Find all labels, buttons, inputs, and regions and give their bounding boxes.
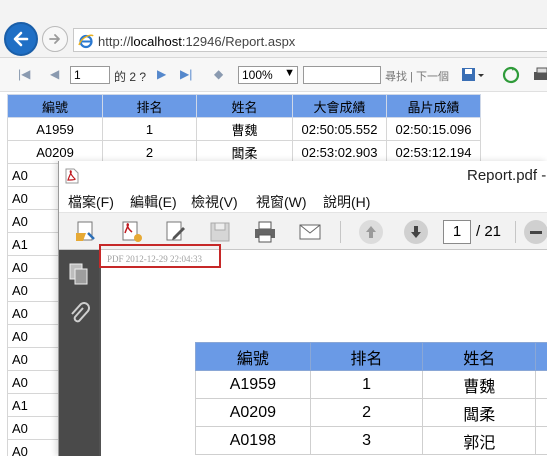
ie-icon	[78, 34, 94, 49]
cell-rank: 1	[102, 117, 197, 141]
pdf-page-input[interactable]: 1	[443, 220, 471, 244]
save-icon[interactable]	[207, 219, 233, 245]
create-pdf-icon[interactable]	[119, 219, 145, 245]
attachment-icon[interactable]	[68, 302, 90, 326]
pdf-reader-window: Report.pdf - 檔案(F) 編輯(E) 檢視(V) 視窗(W) 說明(…	[58, 161, 547, 456]
back-button[interactable]	[4, 22, 38, 56]
cell-extra	[535, 370, 547, 399]
col-header-rank: 排名	[102, 94, 197, 118]
next-page-button[interactable]	[404, 220, 428, 244]
print-icon[interactable]	[533, 66, 547, 84]
cell-id: A0209	[195, 398, 311, 427]
pdf-page: PDF 2012-12-29 22:04:33 編號 排名 姓名 A1959 1 曹…	[99, 244, 547, 456]
cell-name: 闆柔	[422, 398, 537, 427]
cell-name: 曹魏	[422, 370, 537, 399]
menu-window[interactable]: 視窗(W)	[256, 192, 307, 212]
menu-file[interactable]: 檔案(F)	[68, 192, 114, 212]
url-text: http://localhost:12946/Report.aspx	[98, 34, 295, 49]
last-page-icon[interactable]: ▶|	[180, 67, 192, 81]
cell-race-time: 02:50:05.552	[292, 117, 387, 141]
page-number-input[interactable]: 1	[70, 66, 110, 84]
menu-view[interactable]: 檢視(V)	[191, 192, 238, 212]
col-header-rank: 排名	[309, 342, 424, 371]
prev-page-button[interactable]	[359, 220, 383, 244]
table-header-row: 編號 排名 姓名	[195, 342, 547, 371]
col-header-extra	[535, 342, 547, 371]
print-icon[interactable]	[252, 219, 278, 245]
col-header-name: 姓名	[196, 94, 293, 118]
url-host: localhost	[130, 34, 182, 49]
cell-extra	[535, 398, 547, 427]
table-row: A1959 1 曹魏	[195, 370, 547, 399]
col-header-race-time: 大會成績	[292, 94, 387, 118]
zoom-select[interactable]: 100% ▼	[238, 66, 298, 84]
pdf-report-table: 編號 排名 姓名 A1959 1 曹魏 A0209 2 闆柔 A0198 3 郭汜	[195, 342, 547, 455]
cell-rank: 3	[309, 426, 424, 455]
url-prefix: http://	[98, 34, 131, 49]
reader-title: Report.pdf -	[467, 167, 547, 184]
document-area[interactable]: PDF 2012-12-29 22:04:33 編號 排名 姓名 A1959 1 曹…	[99, 244, 547, 456]
pages-icon[interactable]	[68, 262, 90, 286]
table-row: A0209 2 闆柔	[195, 398, 547, 427]
first-page-icon[interactable]: |◀	[18, 67, 30, 81]
toolbar-divider	[340, 221, 341, 243]
highlight-box	[99, 244, 221, 268]
browser-chrome: http://localhost:12946/Report.aspx	[0, 0, 547, 58]
screen: http://localhost:12946/Report.aspx |◀ ◀ …	[0, 0, 547, 456]
col-header-chip-time: 晶片成績	[386, 94, 481, 118]
cell-chip-time: 02:50:15.096	[386, 117, 481, 141]
export-icon[interactable]	[461, 66, 485, 84]
zoom-out-button[interactable]	[524, 220, 547, 244]
table-row: A1959 1 曹魏 02:50:05.552 02:50:15.096	[7, 117, 481, 141]
cell-name: 郭汜	[422, 426, 537, 455]
open-file-icon[interactable]	[74, 219, 100, 245]
prev-page-icon[interactable]: ◀	[50, 67, 59, 81]
menu-edit[interactable]: 編輯(E)	[130, 192, 177, 212]
chevron-down-icon: ▼	[284, 67, 295, 79]
menu-help[interactable]: 說明(H)	[323, 192, 370, 212]
pdf-page-total: / 21	[476, 223, 502, 240]
cell-extra	[535, 426, 547, 455]
navigation-pane	[59, 250, 99, 456]
email-icon[interactable]	[297, 219, 323, 245]
address-bar[interactable]: http://localhost:12946/Report.aspx	[73, 28, 547, 52]
pdf-app-icon	[65, 168, 79, 184]
table-row: A0198 3 郭汜	[195, 426, 547, 455]
reader-menubar: 檔案(F) 編輯(E) 檢視(V) 視窗(W) 說明(H)	[59, 190, 547, 212]
refresh-icon[interactable]	[502, 66, 520, 84]
find-next-label[interactable]: 尋找 | 下一個	[385, 68, 449, 84]
page-of-label: 的 2 ?	[114, 70, 147, 84]
minus-icon	[530, 231, 542, 234]
url-rest: :12946/Report.aspx	[181, 34, 296, 49]
col-header-name: 姓名	[422, 342, 537, 371]
table-header-row: 編號 排名 姓名 大會成績 晶片成績	[7, 94, 481, 118]
cell-id: A1959	[195, 370, 311, 399]
cell-name: 曹魏	[196, 117, 293, 141]
cell-id: A0198	[195, 426, 311, 455]
arrow-left-icon	[13, 31, 29, 47]
col-header-id: 編號	[7, 94, 103, 118]
arrow-up-icon	[366, 226, 376, 238]
find-input[interactable]	[303, 66, 381, 84]
cell-rank: 2	[309, 398, 424, 427]
forward-button[interactable]	[42, 26, 68, 52]
arrow-down-icon	[411, 226, 421, 238]
arrow-right-icon	[49, 34, 60, 44]
cell-id: A1959	[7, 117, 103, 141]
report-viewer-toolbar: |◀ ◀ 1 的 2 ? ▶ ▶| ◆ 100% ▼ 尋找 | 下一個	[0, 58, 547, 92]
toolbar-divider	[515, 221, 516, 243]
edit-icon[interactable]	[163, 219, 189, 245]
reader-titlebar: Report.pdf -	[59, 161, 547, 190]
col-header-id: 編號	[195, 342, 311, 371]
back-to-parent-icon[interactable]: ◆	[214, 67, 223, 81]
cell-rank: 1	[309, 370, 424, 399]
next-page-icon[interactable]: ▶	[157, 67, 166, 81]
zoom-value: 100%	[242, 68, 273, 82]
